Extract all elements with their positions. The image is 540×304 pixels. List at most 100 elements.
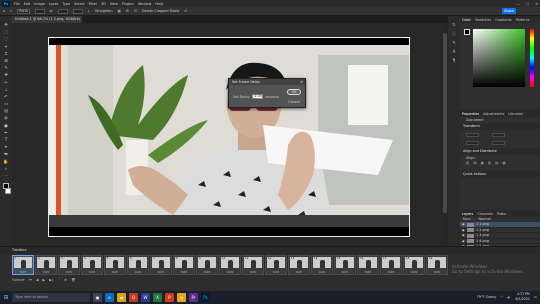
menu-window[interactable]: Window: [138, 2, 151, 6]
hue-slider[interactable]: [530, 29, 534, 87]
timeline-frame[interactable]: 13 0.05: [288, 255, 310, 275]
tab-channels[interactable]: Channels: [477, 212, 493, 216]
align-buttons-icon[interactable]: ▥ ▤ ▦ ▥ ▤ ▦: [460, 161, 540, 171]
width-input[interactable]: [466, 133, 479, 137]
tab-gradients[interactable]: Gradients: [495, 18, 512, 22]
menu-image[interactable]: Image: [34, 2, 45, 6]
brush-settings-icon[interactable]: ✎: [451, 40, 458, 45]
tab-swatches[interactable]: Swatches: [475, 18, 491, 22]
blur-tool-icon[interactable]: ◍: [3, 115, 10, 120]
timeline-frame[interactable]: 16 0.05: [357, 255, 379, 275]
play-icon[interactable]: ▶: [42, 278, 45, 282]
timeline-frame[interactable]: 1 0.05: [12, 255, 34, 275]
dialog-close-icon[interactable]: ✕: [300, 79, 303, 85]
task-view-icon[interactable]: ▣: [93, 293, 102, 302]
shape-tool-icon[interactable]: ▬: [3, 151, 10, 156]
office-icon[interactable]: O: [129, 293, 138, 302]
menu-layer[interactable]: Layer: [49, 2, 58, 6]
timeline-frame[interactable]: 6 0.05: [127, 255, 149, 275]
background-color-swatch[interactable]: [4, 188, 11, 195]
more-tools-icon[interactable]: ⋯: [3, 173, 10, 178]
wifi-icon[interactable]: ◠: [500, 295, 503, 299]
edge-icon[interactable]: e: [105, 293, 114, 302]
y-input[interactable]: [492, 141, 505, 145]
frame-delay[interactable]: 0.05: [36, 270, 56, 274]
volume-icon[interactable]: 🔈: [507, 295, 511, 299]
paragraph-panel-icon[interactable]: ¶: [451, 58, 458, 63]
delete-frame-icon[interactable]: 🗑: [71, 278, 75, 282]
delete-cropped-checkbox[interactable]: ☑: [134, 9, 137, 13]
timeline-frame[interactable]: 4 0.05: [81, 255, 103, 275]
chrome-icon[interactable]: ◎: [177, 293, 186, 302]
menu-edit[interactable]: Edit: [24, 2, 31, 6]
share-button[interactable]: Share: [502, 8, 516, 14]
tab-paths[interactable]: Paths: [497, 212, 506, 216]
menu-filter[interactable]: Filter: [89, 2, 97, 6]
tab-patterns[interactable]: Patterns: [516, 18, 530, 22]
brush-tool-icon[interactable]: ✏: [3, 80, 10, 85]
loop-select[interactable]: Forever: [12, 278, 25, 282]
menu-file[interactable]: File: [14, 2, 20, 6]
crop-tool-icon[interactable]: ⌗: [3, 51, 10, 56]
ok-button[interactable]: OK: [287, 89, 301, 95]
frame-delay[interactable]: 0.05: [197, 270, 217, 274]
frame-delay[interactable]: 0.05: [243, 270, 263, 274]
delay-input[interactable]: 0.05: [252, 94, 264, 99]
clock[interactable]: 4:37 PM 8/1/2022: [515, 292, 529, 302]
gradient-tool-icon[interactable]: ▤: [3, 108, 10, 113]
document-canvas[interactable]: [48, 37, 410, 237]
frame-delay[interactable]: 0.05: [289, 270, 309, 274]
first-frame-icon[interactable]: ⏮: [29, 278, 32, 282]
tab-properties[interactable]: Properties: [462, 112, 479, 116]
history-panel-icon[interactable]: ↻: [451, 22, 458, 27]
eraser-tool-icon[interactable]: ▭: [3, 101, 10, 106]
frame-tool-icon[interactable]: ⊠: [3, 58, 10, 63]
premiere-icon[interactable]: Pr: [189, 293, 198, 302]
height-field[interactable]: [57, 8, 68, 14]
timeline-frame[interactable]: 17 0.05: [380, 255, 402, 275]
frame-delay[interactable]: 0.05: [174, 270, 194, 274]
stamp-tool-icon[interactable]: ⊥: [3, 87, 10, 92]
timeline-frame[interactable]: 8 0.05: [173, 255, 195, 275]
file-explorer-icon[interactable]: ▬: [117, 293, 126, 302]
overlay-icon[interactable]: ▦: [118, 9, 121, 13]
timeline-frame[interactable]: 18 0.05: [403, 255, 425, 275]
frame-delay[interactable]: 0.05: [82, 270, 102, 274]
menu-plugins[interactable]: Plugins: [122, 2, 134, 6]
type-tool-icon[interactable]: T: [3, 137, 10, 142]
maximize-icon[interactable]: ▢: [526, 2, 529, 6]
prev-frame-icon[interactable]: ◀: [36, 278, 39, 282]
timeline-frame[interactable]: 12 0.05: [265, 255, 287, 275]
frame-delay[interactable]: 0.05: [266, 270, 286, 274]
timeline-frame[interactable]: 11 0.05: [242, 255, 264, 275]
frame-delay[interactable]: 0.05: [381, 270, 401, 274]
path-select-tool-icon[interactable]: ➤: [3, 144, 10, 149]
timeline-frame[interactable]: 5 0.05: [104, 255, 126, 275]
menu-help[interactable]: Help: [155, 2, 163, 6]
lasso-tool-icon[interactable]: ◌: [3, 36, 10, 41]
frame-delay[interactable]: 0.05: [151, 270, 171, 274]
excel-icon[interactable]: X: [153, 293, 162, 302]
straighten-icon[interactable]: ⟂: [88, 9, 90, 13]
menu-select[interactable]: Select: [74, 2, 84, 6]
timeline-title[interactable]: Timeline: [0, 247, 540, 254]
timeline-frame[interactable]: 15 0.05: [334, 255, 356, 275]
frame-delay[interactable]: 0.05: [335, 270, 355, 274]
document-tab[interactable]: Untitled-1 @ 66.7% (1 2.png, RGB/8#): [12, 16, 82, 23]
powerpoint-icon[interactable]: P: [165, 293, 174, 302]
settings-icon[interactable]: ⚙: [126, 9, 129, 13]
duplicate-frame-icon[interactable]: ⊕: [64, 278, 67, 282]
width-field[interactable]: [34, 8, 45, 14]
tab-adjustments[interactable]: Adjustments: [483, 112, 504, 116]
windows-start-icon[interactable]: ⊞: [0, 294, 12, 301]
ratio-select[interactable]: Ratio: [17, 8, 30, 14]
hand-tool-icon[interactable]: ✋: [3, 159, 10, 164]
timeline-frame[interactable]: 10 0.05: [219, 255, 241, 275]
healing-tool-icon[interactable]: ✚: [3, 72, 10, 77]
swap-icon[interactable]: ⇄: [50, 9, 53, 13]
frame-delay[interactable]: 0.05: [105, 270, 125, 274]
timeline-frame[interactable]: 9 0.05: [196, 255, 218, 275]
quick-actions-header[interactable]: Quick Actions: [460, 171, 540, 178]
frame-delay[interactable]: 0.05: [59, 270, 79, 274]
timeline-frame[interactable]: 7 0.05: [150, 255, 172, 275]
